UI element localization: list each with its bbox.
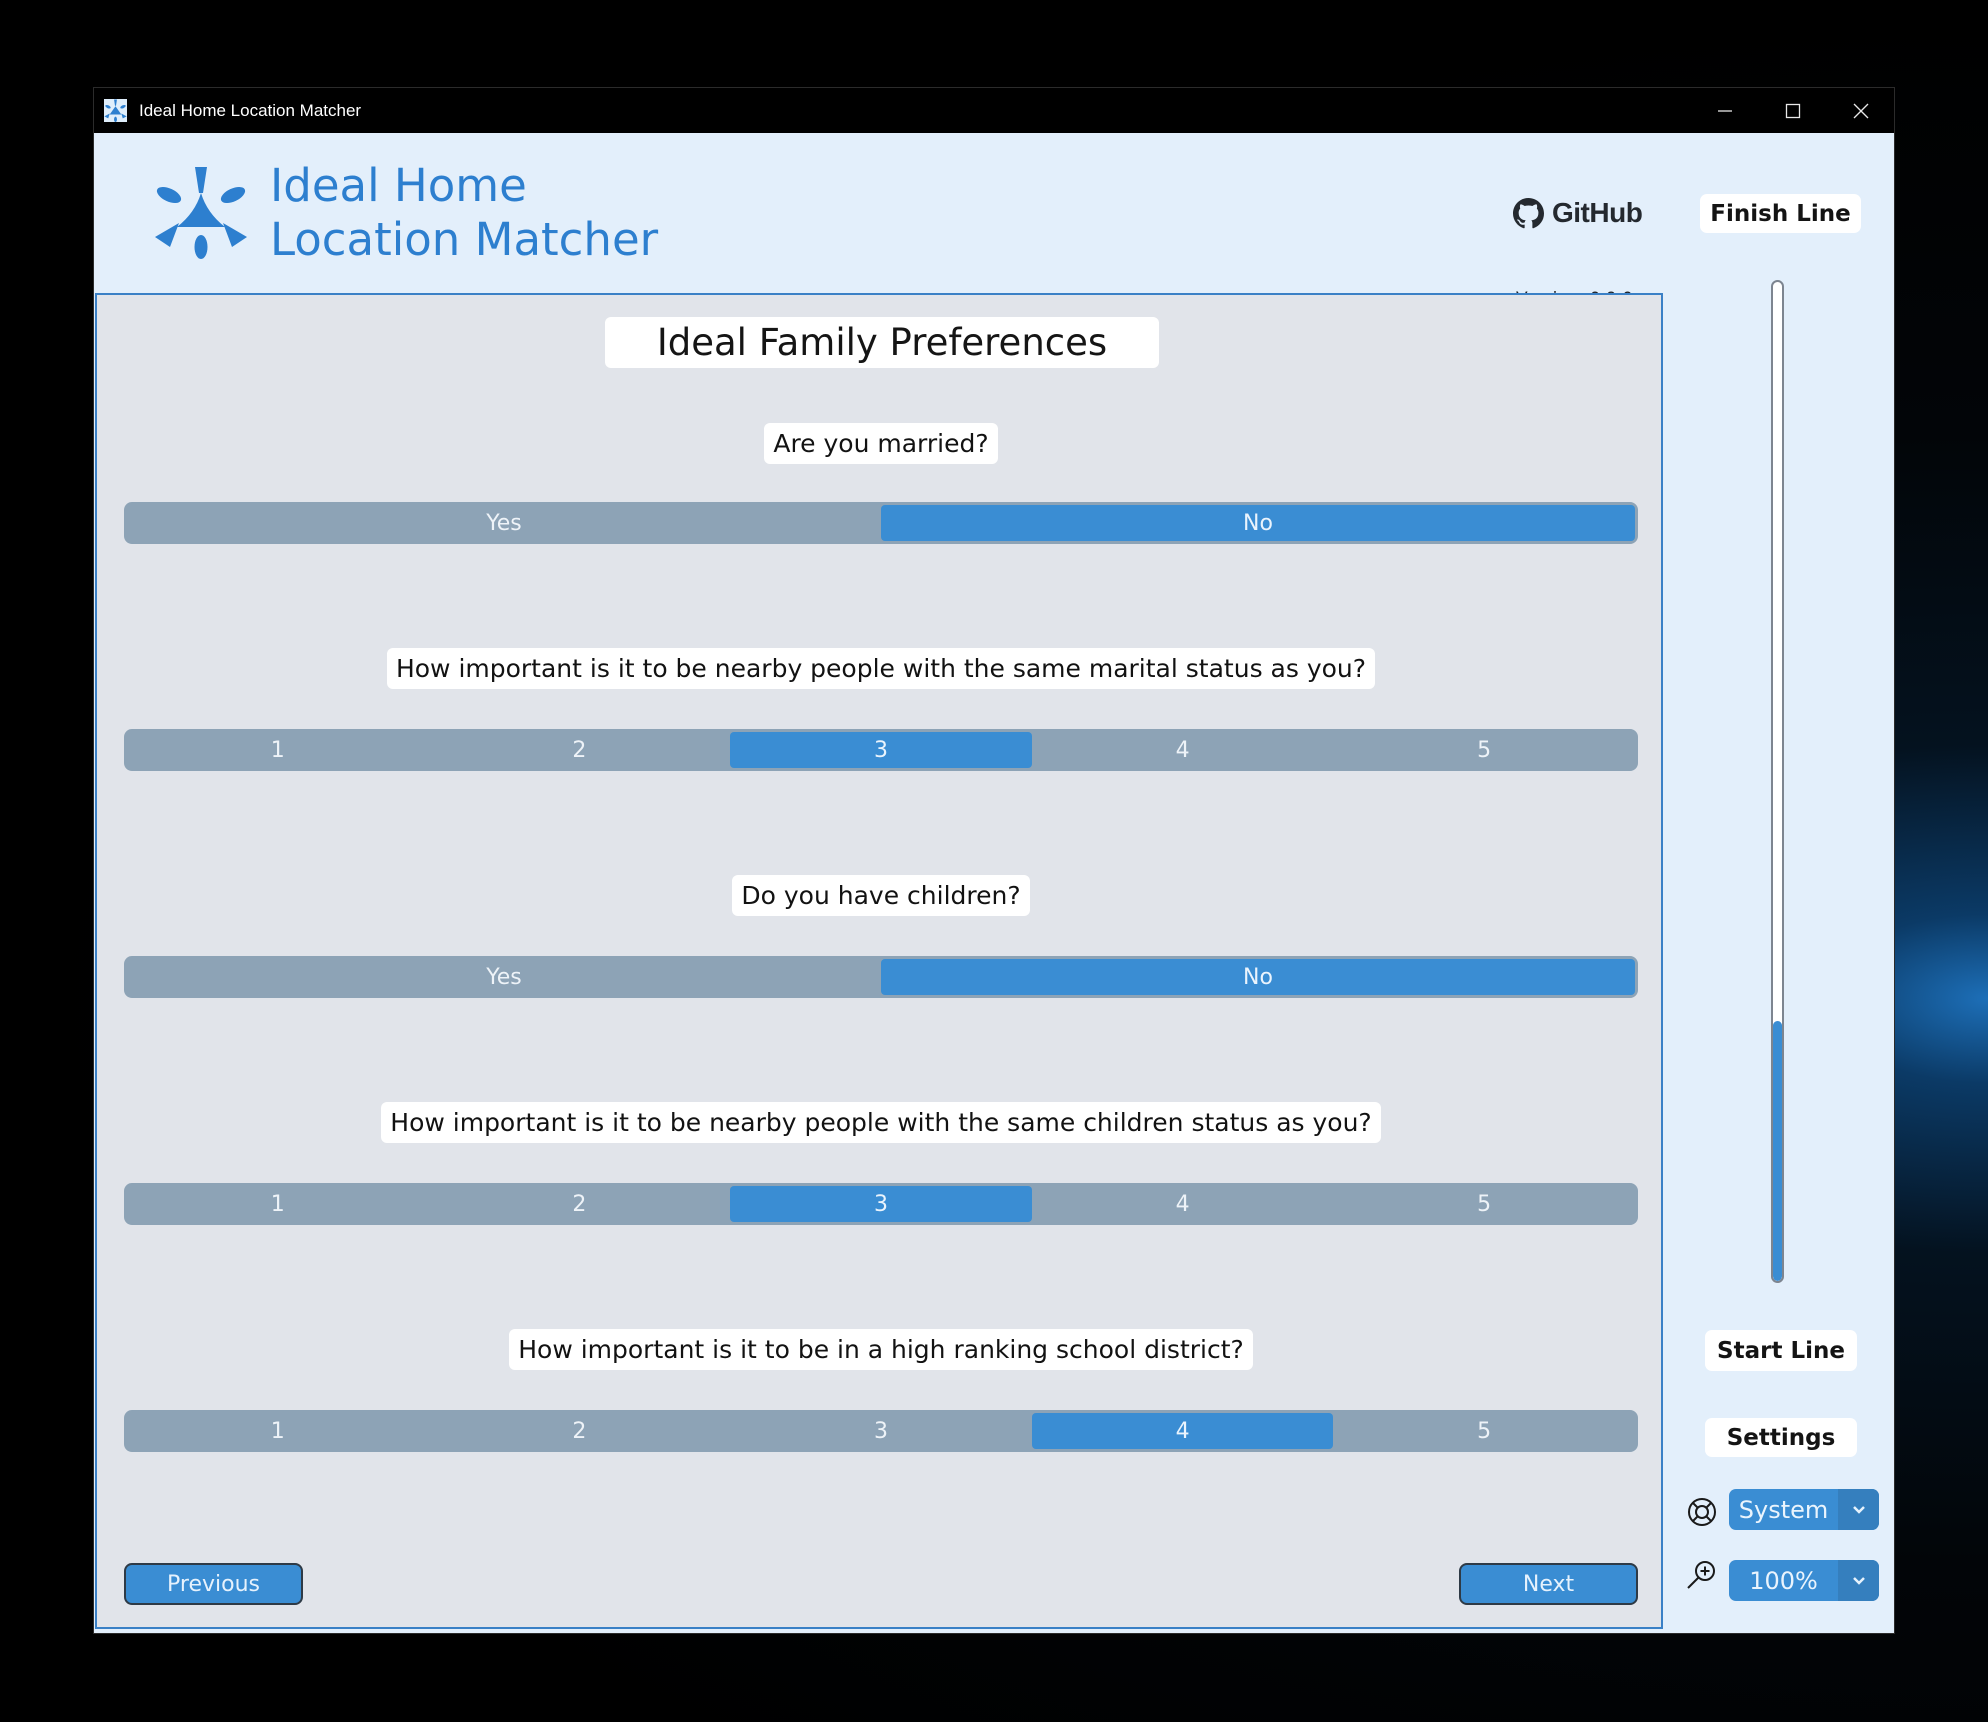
rating-option-3[interactable]: 3 [730,1186,1032,1222]
question-label: How important is it to be in a high rank… [97,1329,1665,1370]
app-window: Ideal Home Location Matcher Ideal Home L… [94,88,1894,1633]
children-importance-rating[interactable]: 1 2 3 4 5 [124,1183,1638,1225]
maximize-icon [1785,103,1801,118]
app-icon [104,99,127,122]
title-bar: Ideal Home Location Matcher [94,88,1894,133]
rating-option-1[interactable]: 1 [127,732,429,768]
app-title-line2: Location Matcher [270,213,659,266]
app-logo-icon [155,167,247,259]
chevron-down-icon[interactable] [1838,1560,1879,1601]
start-line-label: Start Line [1705,1330,1857,1371]
app-title: Ideal Home Location Matcher [270,159,658,267]
question-label: How important is it to be nearby people … [97,648,1665,689]
minimize-icon [1718,109,1732,112]
option-yes[interactable]: Yes [127,959,881,995]
option-no[interactable]: No [881,505,1635,541]
rating-option-5[interactable]: 5 [1333,1413,1635,1449]
rating-option-3[interactable]: 3 [730,1413,1032,1449]
github-icon [1513,197,1544,228]
maximize-button[interactable] [1759,88,1827,133]
rating-option-4[interactable]: 4 [1031,1413,1334,1449]
progress-fill [1773,1021,1782,1281]
progress-track [1771,280,1784,1283]
rating-option-1[interactable]: 1 [127,1413,429,1449]
rating-option-3[interactable]: 3 [730,732,1032,768]
rating-option-2[interactable]: 2 [429,732,731,768]
rating-option-4[interactable]: 4 [1032,1186,1334,1222]
option-no[interactable]: No [881,959,1635,995]
zoom-dropdown[interactable]: 100% [1729,1560,1879,1601]
questionnaire-panel: Ideal Family Preferences Are you married… [95,293,1663,1629]
chevron-down-icon[interactable] [1838,1489,1879,1530]
close-icon [1853,103,1869,118]
window-title: Ideal Home Location Matcher [139,101,362,120]
zoom-value: 100% [1749,1566,1818,1595]
question-label: Are you married? [97,423,1665,464]
rating-option-1[interactable]: 1 [127,1186,429,1222]
question-label: Do you have children? [97,875,1665,916]
finish-line-label: Finish Line [1700,194,1861,233]
zoom-in-icon [1687,1561,1715,1589]
children-toggle[interactable]: Yes No [124,956,1638,998]
rating-option-5[interactable]: 5 [1333,1186,1635,1222]
rating-option-5[interactable]: 5 [1333,732,1635,768]
github-link[interactable]: GitHub [1513,197,1643,229]
married-toggle[interactable]: Yes No [124,502,1638,544]
option-yes[interactable]: Yes [127,505,881,541]
lifebuoy-icon [1688,1498,1716,1526]
theme-dropdown[interactable]: System [1729,1489,1879,1530]
rating-option-2[interactable]: 2 [429,1186,731,1222]
page-title: Ideal Family Preferences [605,317,1159,368]
minimize-button[interactable] [1691,88,1759,133]
question-label: How important is it to be nearby people … [97,1102,1665,1143]
app-title-line1: Ideal Home [270,159,527,212]
app-header: Ideal Home Location Matcher GitHub Versi… [94,133,1667,309]
theme-value: System [1738,1495,1829,1524]
settings-label: Settings [1705,1418,1857,1457]
school-district-rating[interactable]: 1 2 3 4 5 [124,1410,1638,1452]
close-button[interactable] [1827,88,1895,133]
rating-option-4[interactable]: 4 [1032,732,1334,768]
next-button[interactable]: Next [1459,1563,1638,1605]
marital-importance-rating[interactable]: 1 2 3 4 5 [124,729,1638,771]
github-label: GitHub [1552,197,1643,228]
progress-sidebar: Finish Line Start Line Settings System 1… [1667,133,1894,1633]
rating-option-2[interactable]: 2 [429,1413,731,1449]
previous-button[interactable]: Previous [124,1563,303,1605]
